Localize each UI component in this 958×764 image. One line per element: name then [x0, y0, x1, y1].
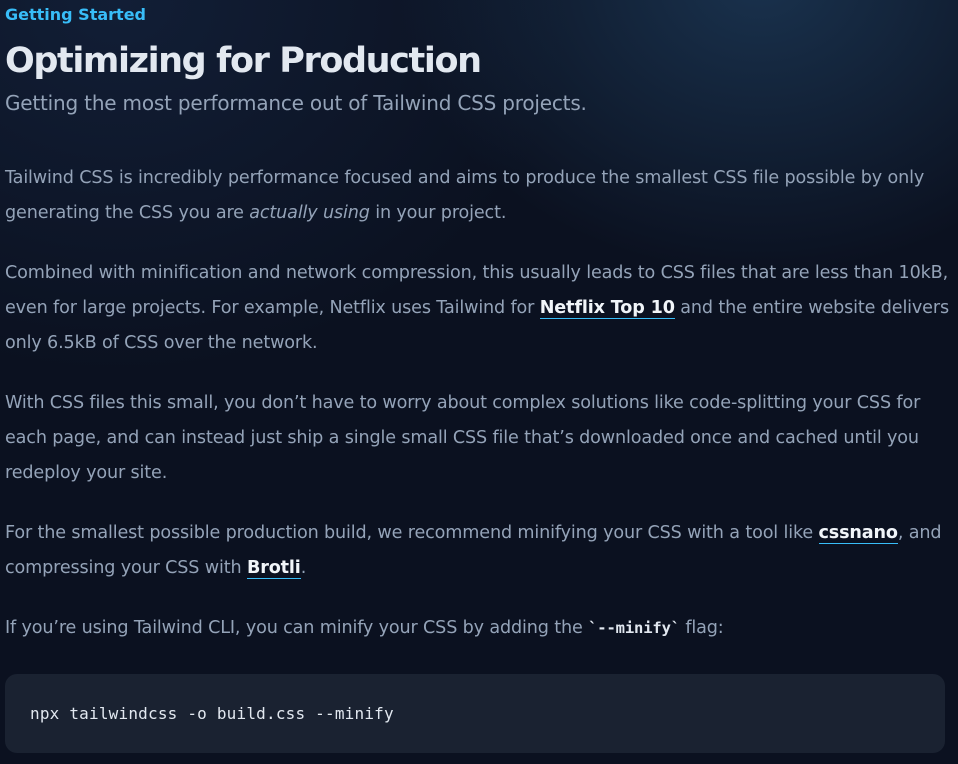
paragraph-small-files: With CSS files this small, you don’t hav… — [5, 386, 953, 491]
emphasis-text: actually using — [249, 203, 370, 223]
code-block[interactable]: npx tailwindcss -o build.css --minify — [5, 674, 945, 753]
paragraph-text: . — [300, 558, 307, 578]
code-command[interactable]: npx tailwindcss -o build.css --minify — [30, 704, 394, 723]
paragraph-text: If you’re using Tailwind CLI, you can mi… — [5, 618, 589, 638]
minify-flag-code: `--minify` — [588, 619, 680, 637]
paragraph-text: With CSS files this small, you don’t hav… — [5, 393, 921, 483]
paragraph-performance: Tailwind CSS is incredibly performance f… — [5, 161, 953, 231]
page-subtitle: Getting the most performance out of Tail… — [5, 91, 587, 115]
article-body: Tailwind CSS is incredibly performance f… — [5, 161, 953, 646]
paragraph-text: For the smallest possible production bui… — [5, 523, 819, 543]
paragraph-text: in your project. — [369, 203, 507, 223]
paragraph-compression: Combined with minification and network c… — [5, 256, 953, 361]
cssnano-link[interactable]: cssnano — [818, 523, 898, 544]
paragraph-cli-minify: If you’re using Tailwind CLI, you can mi… — [5, 611, 953, 646]
section-eyebrow: Getting Started — [5, 5, 146, 24]
docs-page: Getting Started Optimizing for Productio… — [0, 0, 958, 646]
netflix-top-10-link[interactable]: Netflix Top 10 — [539, 298, 675, 319]
brotli-link[interactable]: Brotli — [246, 558, 301, 579]
paragraph-recommendation: For the smallest possible production bui… — [5, 516, 953, 586]
page-title: Optimizing for Production — [5, 41, 482, 81]
paragraph-text: flag: — [679, 618, 724, 638]
